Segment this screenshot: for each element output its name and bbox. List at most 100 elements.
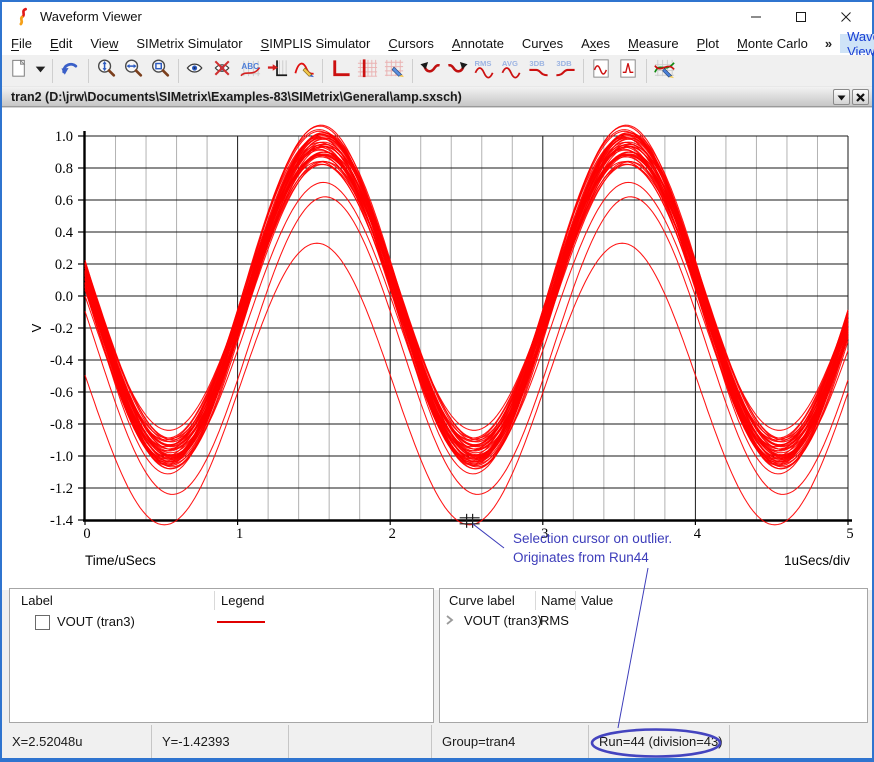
edit-curve-icon xyxy=(293,57,316,85)
expand-chevron-icon[interactable] xyxy=(445,614,455,629)
menu-simplis-simulator[interactable]: SIMPLIS Simulator xyxy=(252,33,380,54)
menu-measure[interactable]: Measure xyxy=(619,33,688,54)
monte-carlo-curves[interactable] xyxy=(85,125,848,525)
toolbar-group xyxy=(588,57,642,84)
zoom-x-axis-button[interactable] xyxy=(120,57,147,84)
measure-3db-lowpass-icon: 3DB xyxy=(527,57,550,85)
menu-annotate[interactable]: Annotate xyxy=(443,33,513,54)
close-button[interactable] xyxy=(823,2,868,32)
svg-text:0: 0 xyxy=(83,526,90,542)
toolbar-group xyxy=(93,57,174,84)
new-plot-icon xyxy=(8,57,31,85)
waveform-chart[interactable]: -1.4-1.2-1.0-0.8-0.6-0.4-0.20.00.20.40.6… xyxy=(2,108,872,591)
measure-avg-icon: AVG xyxy=(500,57,523,85)
svg-text:-1.4: -1.4 xyxy=(50,513,74,529)
zoom-y-axis-button[interactable] xyxy=(93,57,120,84)
close-icon xyxy=(855,92,866,103)
measure-header-name: Name xyxy=(541,593,576,608)
maximize-button[interactable] xyxy=(778,2,823,32)
toolbar-separator xyxy=(322,59,323,83)
maximize-icon xyxy=(793,9,809,25)
toolbar-separator xyxy=(412,59,413,83)
measure-name: RMS xyxy=(540,613,569,628)
measure-3db-lowpass-button[interactable]: 3DB xyxy=(525,57,552,84)
shift-curve-left-icon xyxy=(419,57,442,85)
measure-rms-icon: RMS xyxy=(473,57,496,85)
zoom-rectangle-icon xyxy=(149,57,172,85)
curve-label: VOUT (tran3) xyxy=(57,614,135,629)
y-axis-title: V xyxy=(29,323,44,332)
menu-view[interactable]: View xyxy=(81,33,127,54)
legend-row[interactable]: VOUT (tran3) xyxy=(10,614,433,634)
x-scale-note: 1uSecs/div xyxy=(784,553,850,568)
menu-file[interactable]: File xyxy=(2,33,41,54)
add-impulse-plot-button[interactable] xyxy=(615,57,642,84)
measure-curve-label: VOUT (tran3) xyxy=(464,613,542,628)
undo-button[interactable] xyxy=(57,57,84,84)
minimize-button[interactable] xyxy=(733,2,778,32)
move-axis-button[interactable] xyxy=(264,57,291,84)
menu-monte-carlo[interactable]: Monte Carlo xyxy=(728,33,817,54)
measure-rms-button[interactable]: RMS xyxy=(471,57,498,84)
window-selector-dropdown[interactable]: Waveform Viewer xyxy=(840,34,874,53)
svg-text:0.8: 0.8 xyxy=(55,161,73,177)
graph-settings-button[interactable] xyxy=(651,57,678,84)
axis-tick-labels: -1.4-1.2-1.0-0.8-0.6-0.4-0.20.00.20.40.6… xyxy=(50,129,854,542)
legend-panel-header: LabelLegend xyxy=(10,589,433,611)
new-grid-divider-button[interactable] xyxy=(354,57,381,84)
new-axis-button[interactable] xyxy=(327,57,354,84)
menu-overflow-chevron[interactable]: » xyxy=(817,36,840,51)
shift-curve-left-button[interactable] xyxy=(417,57,444,84)
svg-text:-1.2: -1.2 xyxy=(50,481,73,497)
graph-pane: -1.4-1.2-1.0-0.8-0.6-0.4-0.20.00.20.40.6… xyxy=(2,107,872,590)
menu-plot[interactable]: Plot xyxy=(688,33,728,54)
svg-text:4: 4 xyxy=(694,526,702,542)
toolbar-separator xyxy=(583,59,584,83)
waveform-viewer-window: Waveform Viewer FileEditViewSIMetrix Sim… xyxy=(0,0,874,762)
shift-curve-right-button[interactable] xyxy=(444,57,471,84)
window-title: Waveform Viewer xyxy=(40,9,142,24)
svg-text:5: 5 xyxy=(846,526,853,542)
svg-text:0.0: 0.0 xyxy=(55,289,73,305)
status-cell-x: X=2.52048u xyxy=(2,725,152,758)
axis-ticks xyxy=(78,136,848,525)
add-sine-plot-button[interactable] xyxy=(588,57,615,84)
menu-cursors[interactable]: Cursors xyxy=(379,33,443,54)
menu-curves[interactable]: Curves xyxy=(513,33,572,54)
measure-row[interactable]: VOUT (tran3)RMS xyxy=(440,613,867,633)
svg-text:1.0: 1.0 xyxy=(55,129,73,145)
svg-text:-0.4: -0.4 xyxy=(50,353,74,369)
menu-bar: FileEditViewSIMetrix SimulatorSIMPLIS Si… xyxy=(2,32,872,55)
measure-3db-highpass-button[interactable]: 3DB xyxy=(552,57,579,84)
toolbar: ABCRMSAVG3DB3DB xyxy=(2,55,872,86)
svg-text:-0.8: -0.8 xyxy=(50,417,73,433)
tab-close-button[interactable] xyxy=(852,89,869,105)
status-cell-run: Run=44 (division=43) xyxy=(589,725,730,758)
curve-visibility-checkbox[interactable] xyxy=(35,615,50,630)
svg-text:-0.6: -0.6 xyxy=(50,385,73,401)
status-cell-group: Group=tran4 xyxy=(432,725,589,758)
menu-edit[interactable]: Edit xyxy=(41,33,81,54)
edit-axis-button[interactable] xyxy=(381,57,408,84)
show-curves-button[interactable] xyxy=(183,57,210,84)
svg-text:-0.2: -0.2 xyxy=(50,321,73,337)
chevron-down-icon xyxy=(836,93,847,102)
toolbar-group: ABC xyxy=(183,57,318,84)
menu-simetrix-simulator[interactable]: SIMetrix Simulator xyxy=(127,33,251,54)
hide-curves-icon xyxy=(212,57,235,85)
measure-avg-button[interactable]: AVG xyxy=(498,57,525,84)
column-separator xyxy=(214,591,215,610)
tab-list-dropdown-button[interactable] xyxy=(833,89,850,105)
annotate-text-button[interactable]: ABC xyxy=(237,57,264,84)
new-plot-dropdown-button[interactable] xyxy=(33,57,48,84)
toolbar-separator xyxy=(52,59,53,83)
hide-curves-button[interactable] xyxy=(210,57,237,84)
menu-axes[interactable]: Axes xyxy=(572,33,619,54)
svg-text:0.2: 0.2 xyxy=(55,257,73,273)
edit-curve-button[interactable] xyxy=(291,57,318,84)
svg-text:ABC: ABC xyxy=(241,61,259,70)
zoom-rectangle-button[interactable] xyxy=(147,57,174,84)
zoom-y-axis-icon xyxy=(95,57,118,85)
measure-header-value: Value xyxy=(581,593,613,608)
measure-3db-highpass-icon: 3DB xyxy=(554,57,577,85)
